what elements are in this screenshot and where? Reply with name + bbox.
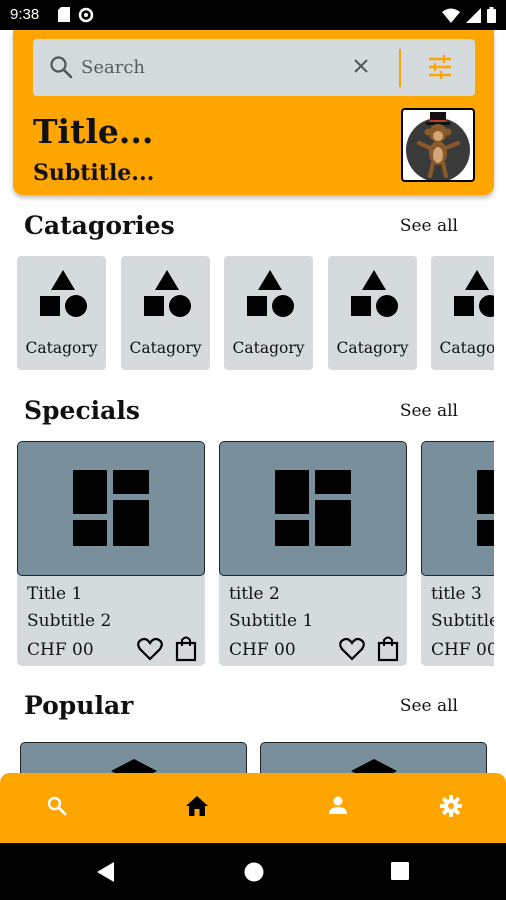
- dashboard-icon: [73, 470, 149, 546]
- special-image: [17, 441, 205, 576]
- special-image: [219, 441, 407, 576]
- special-title: Title 1: [27, 584, 83, 604]
- shopping-bag-icon[interactable]: [175, 635, 197, 666]
- special-price: CHF 00: [431, 640, 494, 660]
- shapes-icon: [454, 270, 494, 317]
- shapes-icon: [144, 270, 191, 317]
- category-label: Catagory: [232, 339, 305, 357]
- home-button-icon[interactable]: [243, 861, 265, 887]
- tune-icon[interactable]: [427, 55, 453, 83]
- special-subtitle: Subtitle: [431, 611, 494, 631]
- dashboard-icon: [477, 470, 494, 546]
- specials-see-all-link[interactable]: See all: [400, 401, 458, 421]
- monkey-avatar-icon: [406, 112, 470, 180]
- page-subtitle: Subtitle...: [33, 160, 155, 186]
- data-saver-icon: [78, 7, 94, 27]
- special-subtitle: Subtitle 2: [27, 611, 112, 631]
- system-navigation-bar: [0, 843, 506, 900]
- heart-icon[interactable]: [339, 637, 365, 665]
- wifi-icon: [442, 8, 460, 27]
- status-time: 9:38: [10, 6, 40, 23]
- specials-list: Title 1 Subtitle 2 CHF 00 title 2 Subtit…: [17, 441, 494, 667]
- special-price: CHF 00: [229, 640, 296, 660]
- shapes-icon: [40, 270, 87, 317]
- special-card[interactable]: Title 1 Subtitle 2 CHF 00: [17, 441, 205, 666]
- popular-see-all-link[interactable]: See all: [400, 696, 458, 716]
- special-title: title 3: [431, 584, 482, 604]
- special-title: title 2: [229, 584, 280, 604]
- search-bar: [33, 39, 475, 96]
- category-tile[interactable]: Catagory: [431, 256, 494, 370]
- person-icon[interactable]: [328, 795, 348, 819]
- recents-icon[interactable]: [390, 861, 410, 885]
- specials-heading: Specials: [24, 396, 140, 425]
- special-price: CHF 00: [27, 640, 94, 660]
- search-icon[interactable]: [46, 795, 68, 821]
- shapes-icon: [351, 270, 398, 317]
- header-card: Title... Subtitle...: [13, 30, 494, 195]
- back-icon[interactable]: [96, 861, 116, 887]
- category-tile[interactable]: Catagory: [224, 256, 313, 370]
- category-tile[interactable]: Catagory: [17, 256, 106, 370]
- special-image: [421, 441, 494, 576]
- search-input[interactable]: [81, 55, 331, 79]
- shapes-icon: [247, 270, 294, 317]
- settings-icon[interactable]: [440, 795, 462, 821]
- page-title: Title...: [33, 112, 154, 151]
- category-tile[interactable]: Catagory: [328, 256, 417, 370]
- avatar[interactable]: [401, 108, 475, 182]
- categories-heading: Catagories: [24, 211, 175, 240]
- special-card[interactable]: title 2 Subtitle 1 CHF 00: [219, 441, 407, 666]
- search-icon[interactable]: [49, 55, 73, 83]
- category-label: Catagory: [25, 339, 98, 357]
- category-label: Catagory: [129, 339, 202, 357]
- home-icon[interactable]: [185, 795, 209, 821]
- category-tile[interactable]: Catagory: [121, 256, 210, 370]
- sd-card-icon: [58, 7, 70, 27]
- bottom-navigation: [0, 773, 506, 843]
- status-bar: 9:38: [0, 0, 506, 30]
- popular-heading: Popular: [24, 691, 134, 720]
- special-card[interactable]: title 3 Subtitle CHF 00: [421, 441, 494, 666]
- categories-list: Catagory Catagory Catagory Catagory Cata…: [17, 256, 494, 372]
- shopping-bag-icon[interactable]: [377, 635, 399, 666]
- dashboard-icon: [275, 470, 351, 546]
- category-label: Catagory: [336, 339, 409, 357]
- search-divider: [399, 49, 401, 87]
- special-subtitle: Subtitle 1: [229, 611, 314, 631]
- heart-icon[interactable]: [137, 637, 163, 665]
- signal-icon: [466, 7, 481, 27]
- categories-see-all-link[interactable]: See all: [400, 216, 458, 236]
- close-icon[interactable]: [351, 56, 371, 80]
- category-label: Catagory: [439, 339, 495, 357]
- battery-icon: [487, 7, 496, 27]
